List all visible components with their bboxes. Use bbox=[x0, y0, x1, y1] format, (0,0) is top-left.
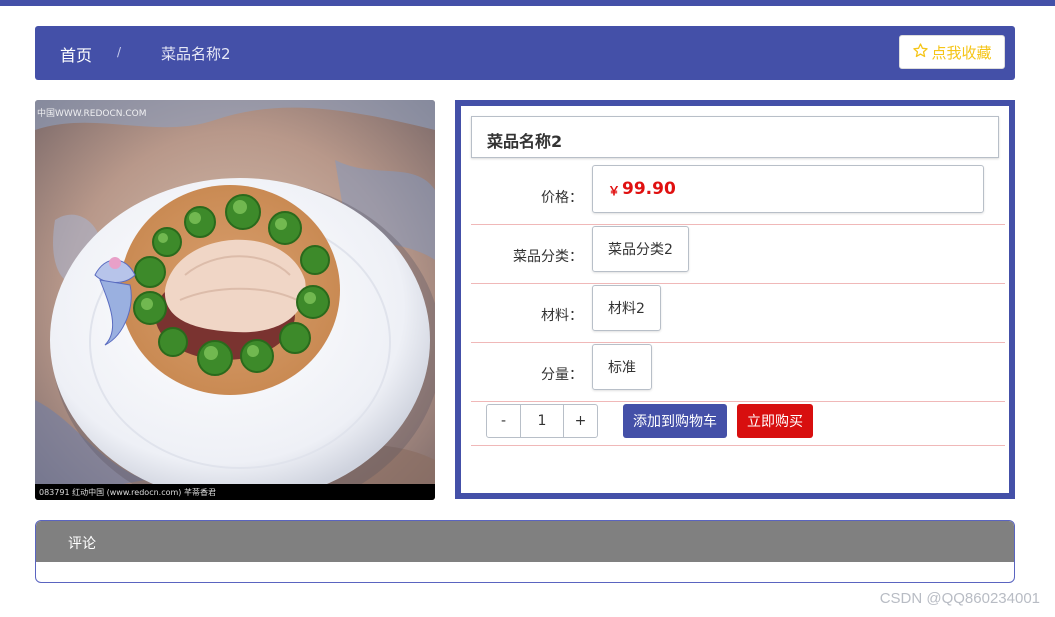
price-label: 价格： bbox=[541, 190, 583, 206]
quantity-stepper: - + bbox=[486, 404, 598, 438]
star-outline-icon bbox=[912, 42, 929, 63]
breadcrumb-current: 菜品名称2 bbox=[161, 45, 231, 63]
dish-title: 菜品名称2 bbox=[487, 132, 563, 151]
divider bbox=[471, 445, 1005, 446]
favorite-button[interactable]: 点我收藏 bbox=[899, 35, 1005, 69]
buy-now-button[interactable]: 立即购买 bbox=[737, 404, 813, 438]
portion-row: 分量： 标准 bbox=[471, 342, 1005, 402]
quantity-decrease-button[interactable]: - bbox=[487, 405, 520, 437]
portion-field: 标准 bbox=[592, 344, 652, 390]
quantity-increase-button[interactable]: + bbox=[564, 405, 597, 437]
favorite-button-label: 点我收藏 bbox=[931, 43, 992, 62]
dish-title-box: 菜品名称2 bbox=[471, 116, 999, 158]
price-row: 价格： ￥ 99.90 bbox=[471, 165, 1005, 225]
price-currency: ￥ bbox=[608, 184, 621, 198]
material-field: 材料2 bbox=[592, 285, 661, 331]
breadcrumb: 首页 / 菜品名称2 点我收藏 bbox=[35, 26, 1015, 80]
dish-detail-panel: 菜品名称2 价格： ￥ 99.90 菜品分类： 菜品分类2 材料： 材料2 分量… bbox=[455, 100, 1015, 499]
dish-image: 083791 红动中国 (www.redocn.com) 芊蒂香君 中国WWW.… bbox=[35, 100, 435, 500]
top-accent-line bbox=[0, 0, 1055, 6]
material-row: 材料： 材料2 bbox=[471, 283, 1005, 343]
breadcrumb-home-link[interactable]: 首页 bbox=[60, 42, 92, 66]
add-to-cart-button[interactable]: 添加到购物车 bbox=[623, 404, 727, 438]
breadcrumb-separator: / bbox=[117, 45, 122, 59]
category-label: 菜品分类： bbox=[513, 249, 583, 265]
comments-title: 评论 bbox=[68, 536, 96, 552]
category-row: 菜品分类： 菜品分类2 bbox=[471, 224, 1005, 284]
price-value: 99.90 bbox=[622, 179, 676, 199]
portion-label: 分量： bbox=[541, 367, 583, 383]
comments-panel: 评论 bbox=[35, 520, 1015, 583]
csdn-watermark: CSDN @QQ860234001 bbox=[879, 590, 1040, 607]
comments-header: 评论 bbox=[36, 521, 1014, 562]
quantity-input[interactable] bbox=[520, 405, 564, 437]
category-field: 菜品分类2 bbox=[592, 226, 689, 272]
image-caption: 083791 红动中国 (www.redocn.com) 芊蒂香君 bbox=[39, 487, 216, 497]
price-field: ￥ 99.90 bbox=[592, 165, 984, 213]
image-watermark: 中国WWW.REDOCN.COM bbox=[37, 107, 147, 119]
material-label: 材料： bbox=[541, 308, 583, 324]
